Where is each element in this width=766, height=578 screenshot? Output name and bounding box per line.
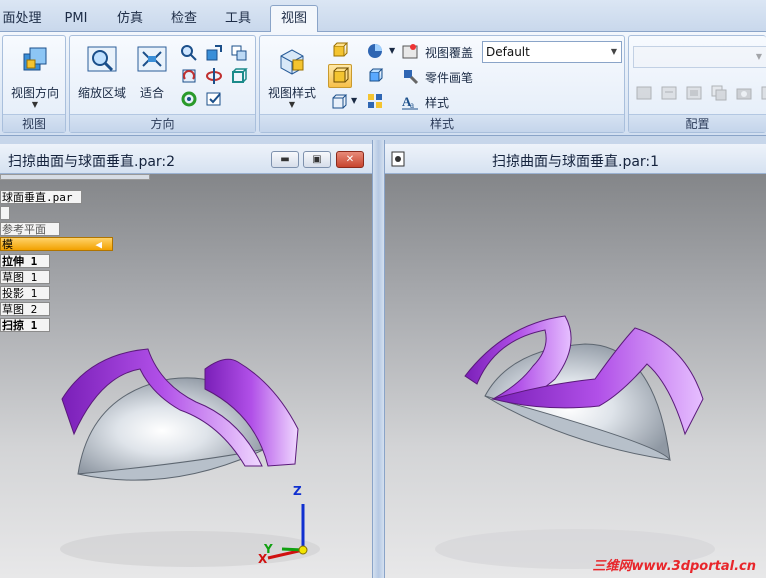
shaded-visible-edges-icon[interactable] xyxy=(328,64,352,88)
previous-view-icon[interactable] xyxy=(230,44,250,64)
z-axis-label: Z xyxy=(293,484,302,498)
fit-button[interactable]: 适合 xyxy=(130,40,174,110)
view-orientation-button[interactable]: 视图方向 ▼ xyxy=(9,40,61,110)
group-config-label: 配置 xyxy=(629,114,766,132)
config-copy-icon[interactable] xyxy=(710,84,730,104)
group-view: 视图方向 ▼ 视图 xyxy=(2,35,66,133)
config-camera-icon[interactable] xyxy=(735,84,755,104)
chevron-down-icon[interactable]: ▼ xyxy=(351,96,357,105)
view-style-button[interactable]: 视图样式 ▼ xyxy=(264,40,320,110)
view-style-icon xyxy=(280,49,304,75)
chevron-down-icon: ▼ xyxy=(288,100,296,109)
tab-pmi[interactable]: PMI xyxy=(58,8,94,30)
fit-label: 适合 xyxy=(139,86,164,100)
left-viewport[interactable]: 扫掠曲面与球面垂直.par:2 ▬ ▣ ✕ 球面垂直.par 参考平面 模 ◀ … xyxy=(0,144,372,578)
y-axis-label: Y xyxy=(264,542,273,556)
group-orient: 缩放区域 适合 方向 xyxy=(69,35,256,133)
group-config: ▼ 配置 xyxy=(628,35,766,133)
part-painter-label: 零件画笔 xyxy=(425,71,474,85)
reflective-icon[interactable] xyxy=(366,66,386,86)
zoom-area-button[interactable]: 缩放区域 xyxy=(76,40,128,110)
view-overlay-value: Default xyxy=(486,45,530,59)
saved-views-icon[interactable] xyxy=(205,90,225,110)
chevron-down-icon: ▼ xyxy=(31,100,39,109)
zoom-icon[interactable] xyxy=(180,44,200,64)
display-grid-icon[interactable] xyxy=(366,92,386,112)
group-orient-label: 方向 xyxy=(70,114,255,132)
styles-label: 样式 xyxy=(425,96,450,110)
left-model-render xyxy=(60,348,320,567)
config-select[interactable]: ▼ xyxy=(633,46,766,68)
chevron-down-icon: ▼ xyxy=(755,52,762,61)
wireframe-icon[interactable] xyxy=(330,92,350,112)
config-add-icon[interactable] xyxy=(660,84,680,104)
right-model-render xyxy=(435,315,715,569)
styles-icon[interactable]: Aa xyxy=(401,92,421,112)
view-orient-icon xyxy=(23,47,47,71)
view-style-label: 视图样式 xyxy=(267,86,316,100)
view-orientation-label: 视图方向 xyxy=(10,86,59,100)
zoom-area-label: 缩放区域 xyxy=(77,86,126,100)
view-overlay-select[interactable]: Default ▼ xyxy=(482,41,622,63)
ribbon-tab-bar: 面处理 PMI 仿真 检查 工具 视图 xyxy=(0,0,766,33)
part-painter-icon[interactable] xyxy=(401,67,421,87)
shaded-icon[interactable] xyxy=(330,42,350,62)
tab-surfacing[interactable]: 面处理 xyxy=(0,8,44,30)
refresh-view-icon[interactable] xyxy=(180,90,200,110)
group-style: 视图样式 ▼ ▼ ▼ 视图覆盖 Default ▼ 零件画笔 A a 样式 样式 xyxy=(259,35,625,133)
pan-icon[interactable] xyxy=(205,44,225,64)
pane-splitter[interactable] xyxy=(372,140,385,578)
view-overlay-label: 视图覆盖 xyxy=(425,46,474,60)
rotate-view-icon[interactable] xyxy=(180,67,200,87)
tab-simulation[interactable]: 仿真 xyxy=(110,8,150,30)
tab-tools[interactable]: 工具 xyxy=(218,8,258,30)
chevron-down-icon[interactable]: ▼ xyxy=(389,46,395,55)
watermark-text: 三维网www.3dportal.cn xyxy=(592,559,756,574)
right-viewport[interactable]: 扫掠曲面与球面垂直.par:1 三维网www.3dportal.cn xyxy=(385,144,766,578)
view-overlay-icon[interactable] xyxy=(401,42,421,62)
config-save-icon[interactable] xyxy=(635,84,655,104)
fit-icon xyxy=(137,46,167,72)
ribbon-panel: 视图方向 ▼ 视图 缩放区域 适合 方向 视图样式 ▼ ▼ ▼ 视图覆盖 Def… xyxy=(0,32,766,136)
view-cube-icon[interactable] xyxy=(230,67,250,87)
spin-about-icon[interactable] xyxy=(205,67,225,87)
tab-view[interactable]: 视图 xyxy=(270,5,318,33)
lighting-icon[interactable] xyxy=(366,42,386,62)
tab-inspect[interactable]: 检查 xyxy=(164,8,204,30)
config-more-icon[interactable] xyxy=(760,84,766,104)
config-edit-icon[interactable] xyxy=(685,84,705,104)
group-view-label: 视图 xyxy=(3,114,65,132)
zoom-area-icon xyxy=(87,46,117,72)
group-style-label: 样式 xyxy=(260,114,624,132)
chevron-down-icon: ▼ xyxy=(610,47,617,56)
